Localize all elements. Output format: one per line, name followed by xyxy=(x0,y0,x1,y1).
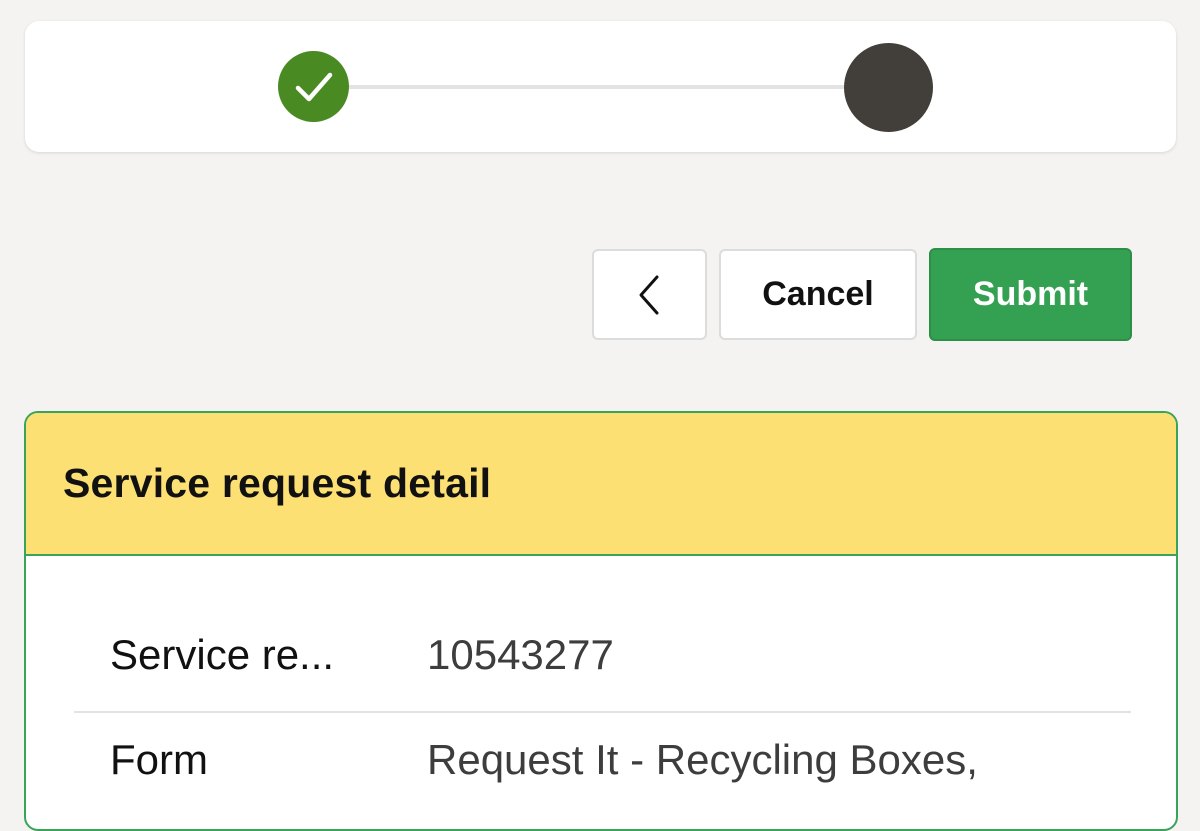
checkmark-icon xyxy=(278,51,349,122)
detail-row-label: Service re... xyxy=(110,631,335,678)
detail-row-label: Form xyxy=(110,736,208,783)
detail-card-header: Service request detail xyxy=(26,413,1176,556)
cancel-button-label: Cancel xyxy=(762,275,874,313)
service-request-detail-card: Service request detail Service re... 105… xyxy=(24,411,1178,831)
chevron-left-icon xyxy=(639,275,658,314)
detail-row-service-request: Service re... 10543277 xyxy=(74,611,1131,713)
detail-card-title: Service request detail xyxy=(63,460,492,506)
step-current-indicator xyxy=(844,43,933,132)
step-complete-indicator xyxy=(278,51,349,122)
submit-button[interactable]: Submit xyxy=(929,248,1132,341)
detail-row-value: 10543277 xyxy=(427,631,614,678)
detail-row-value: Request It - Recycling Boxes, xyxy=(427,736,978,783)
detail-row-form: Form Request It - Recycling Boxes, xyxy=(74,713,1131,829)
stepper-connector xyxy=(313,85,888,89)
submit-button-label: Submit xyxy=(972,275,1089,313)
cancel-button[interactable]: Cancel xyxy=(719,249,917,340)
back-button[interactable] xyxy=(592,249,707,340)
